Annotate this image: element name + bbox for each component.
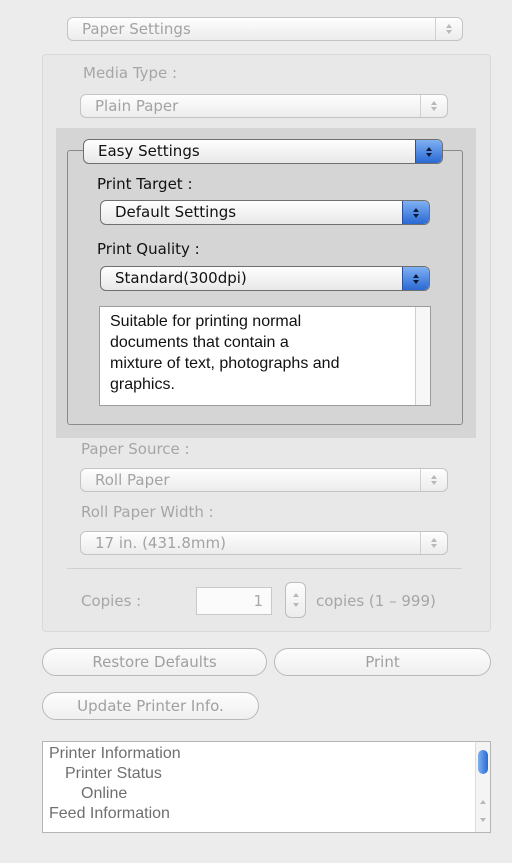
description-line: graphics. [110,376,175,393]
stepper-down-icon [292,603,299,607]
chevron-updown-icon [402,201,429,224]
print-quality-label: Print Quality : [97,240,200,258]
paper-source-value: Roll Paper [95,471,170,489]
scroll-thumb[interactable] [478,750,488,774]
description-line: documents that contain a [110,334,289,351]
chevron-updown-icon [420,532,447,554]
copies-input[interactable]: 1 [196,587,272,615]
scroll-up-icon[interactable] [480,800,486,804]
easy-settings-popup[interactable]: Easy Settings [83,139,443,164]
print-button[interactable]: Print [274,648,491,676]
media-type-popup[interactable]: Plain Paper [80,94,448,118]
paper-settings-popup[interactable]: Paper Settings [67,17,463,41]
chevron-updown-icon [435,18,462,40]
media-type-label: Media Type : [83,64,178,82]
roll-paper-width-value: 17 in. (431.8mm) [95,534,226,552]
easy-settings-value: Easy Settings [98,142,200,160]
print-target-popup[interactable]: Default Settings [100,200,430,225]
description-line: Suitable for printing normal [110,313,302,330]
chevron-updown-icon [402,267,429,290]
roll-paper-width-popup[interactable]: 17 in. (431.8mm) [80,531,448,555]
printer-info-list[interactable]: Printer Information Printer Status Onlin… [42,741,491,833]
print-target-label: Print Target : [97,175,193,193]
description-line: mixture of text, photographs and [110,355,340,372]
copies-stepper[interactable] [285,582,306,618]
list-item: Feed Information [49,805,170,822]
list-item: Online [81,785,128,802]
paper-settings-value: Paper Settings [82,20,191,38]
copies-value: 1 [253,592,263,610]
print-quality-popup[interactable]: Standard(300dpi) [100,266,430,291]
print-quality-value: Standard(300dpi) [115,269,247,287]
copies-label: Copies : [81,592,142,610]
copies-range-label: copies (1 – 999) [316,592,436,610]
restore-defaults-button[interactable]: Restore Defaults [42,648,267,676]
chevron-updown-icon [420,95,447,117]
divider [67,568,462,569]
paper-source-label: Paper Source : [81,440,190,458]
list-item: Printer Status [65,765,162,782]
print-target-value: Default Settings [115,203,237,221]
scroll-down-icon[interactable] [480,818,486,822]
update-printer-info-button[interactable]: Update Printer Info. [42,692,259,720]
paper-source-popup[interactable]: Roll Paper [80,468,448,492]
list-item: Printer Information [49,745,181,762]
chevron-updown-icon [415,140,442,163]
roll-paper-width-label: Roll Paper Width : [81,503,214,521]
list-scrollbar[interactable] [475,742,490,832]
description-scrollbar[interactable] [415,307,430,405]
chevron-updown-icon [420,469,447,491]
description-text: Suitable for printing normal documents t… [110,311,339,395]
description-textbox: Suitable for printing normal documents t… [99,306,431,406]
media-type-value: Plain Paper [95,97,179,115]
stepper-up-icon [292,593,299,597]
